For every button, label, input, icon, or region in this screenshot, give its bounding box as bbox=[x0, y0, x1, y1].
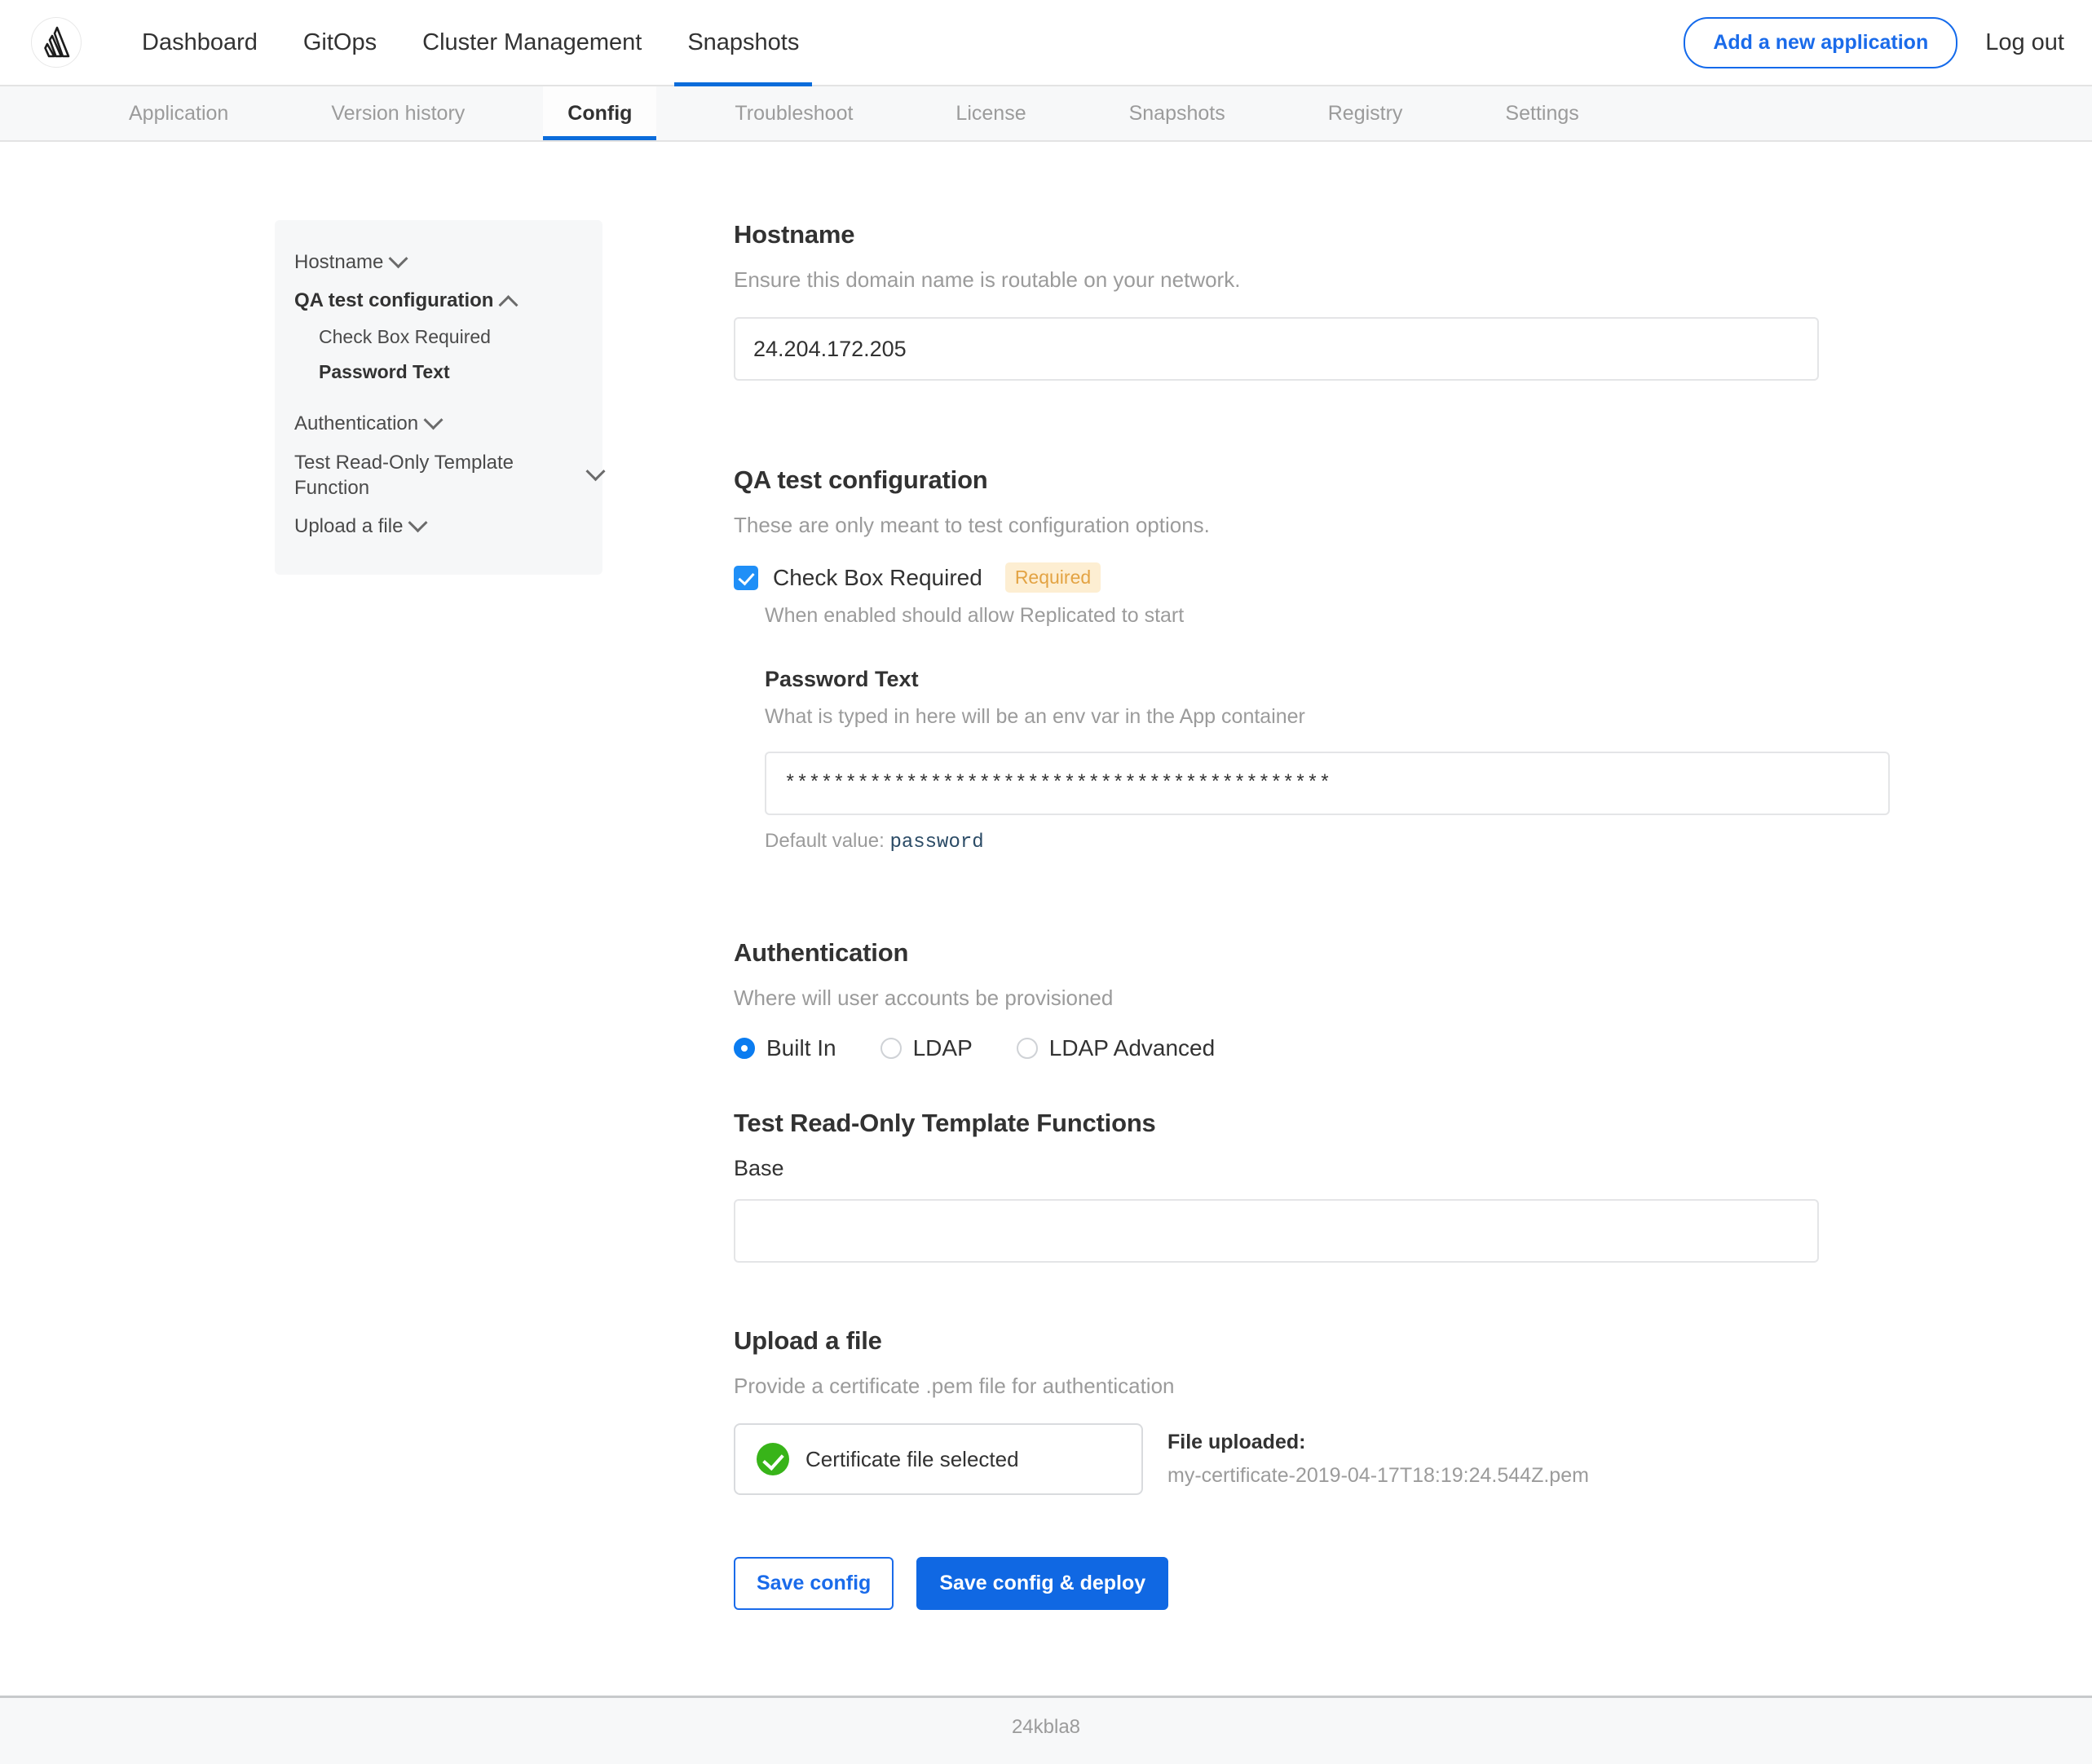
save-config-and-deploy-button[interactable]: Save config & deploy bbox=[916, 1557, 1169, 1610]
sidebar-item-label: Upload a file bbox=[294, 514, 404, 537]
check-circle-icon bbox=[757, 1443, 789, 1475]
form-actions: Save config Save config & deploy bbox=[734, 1557, 1819, 1610]
check-box-required-help: When enabled should allow Replicated to … bbox=[765, 604, 1185, 627]
tab-application[interactable]: Application bbox=[104, 86, 253, 140]
top-navigation-bar: Dashboard GitOps Cluster Management Snap… bbox=[0, 0, 2092, 86]
sidebar-item-label: Authentication bbox=[294, 412, 419, 435]
secondary-navigation-bar: Application Version history Config Troub… bbox=[0, 86, 2092, 142]
nav-item-snapshots[interactable]: Snapshots bbox=[664, 0, 822, 86]
radio-ldap-indicator[interactable] bbox=[880, 1038, 902, 1059]
footer-build-id: 24kbla8 bbox=[1011, 1716, 1081, 1738]
qa-description: These are only meant to test configurati… bbox=[734, 513, 1210, 537]
sidebar-item-test-read-only-template-function[interactable]: Test Read-Only Template Function bbox=[275, 443, 606, 507]
save-config-button[interactable]: Save config bbox=[734, 1557, 894, 1610]
section-upload-a-file: Upload a file Provide a certificate .pem… bbox=[734, 1326, 1819, 1495]
upload-title: Upload a file bbox=[734, 1326, 882, 1355]
radio-option-ldap[interactable]: LDAP bbox=[880, 1035, 973, 1061]
hostname-description: Ensure this domain name is routable on y… bbox=[734, 267, 1241, 292]
password-text-title: Password Text bbox=[765, 667, 919, 691]
nav-item-cluster-management[interactable]: Cluster Management bbox=[399, 0, 664, 85]
template-functions-base-input[interactable] bbox=[734, 1199, 1819, 1263]
nav-item-gitops[interactable]: GitOps bbox=[280, 0, 399, 85]
sidebar-item-check-box-required[interactable]: Check Box Required bbox=[275, 320, 602, 355]
sidebar-item-label: Test Read-Only Template Function bbox=[294, 451, 514, 499]
default-value-label: Default value: bbox=[765, 830, 885, 852]
hostname-title: Hostname bbox=[734, 220, 855, 249]
radio-ldap-advanced-label: LDAP Advanced bbox=[1048, 1035, 1216, 1061]
qa-title: QA test configuration bbox=[734, 465, 988, 494]
required-badge: Required bbox=[1004, 562, 1101, 593]
radio-built-in-label: Built In bbox=[766, 1035, 836, 1061]
sidebar-item-label: Hostname bbox=[294, 251, 384, 273]
radio-option-built-in[interactable]: Built In bbox=[734, 1035, 836, 1061]
authentication-title: Authentication bbox=[734, 938, 909, 967]
tab-version-history[interactable]: Version history bbox=[307, 86, 489, 140]
tab-snapshots[interactable]: Snapshots bbox=[1105, 86, 1250, 140]
config-page: Hostname QA test configuration Check Box… bbox=[0, 142, 2092, 1610]
logout-link[interactable]: Log out bbox=[1985, 29, 2064, 56]
chevron-down-icon[interactable] bbox=[423, 410, 444, 430]
template-functions-base-label: Base bbox=[734, 1156, 784, 1180]
page-footer: 24kbla8 bbox=[0, 1696, 2092, 1764]
upload-description: Provide a certificate .pem file for auth… bbox=[734, 1374, 1175, 1398]
sidebar-item-hostname[interactable]: Hostname bbox=[275, 243, 602, 281]
add-new-application-button[interactable]: Add a new application bbox=[1684, 16, 1958, 68]
sidebar-item-qa-test-configuration[interactable]: QA test configuration bbox=[275, 281, 602, 320]
radio-option-ldap-advanced[interactable]: LDAP Advanced bbox=[1016, 1035, 1216, 1061]
authentication-radio-group: Built In LDAP LDAP Advanced bbox=[734, 1035, 1819, 1061]
chevron-up-icon[interactable] bbox=[498, 295, 519, 315]
check-box-required-checkbox[interactable] bbox=[734, 565, 758, 590]
password-text-input[interactable] bbox=[765, 752, 1890, 815]
radio-ldap-advanced-indicator[interactable] bbox=[1016, 1038, 1038, 1059]
chevron-down-icon[interactable] bbox=[408, 513, 428, 533]
sidebar-item-password-text[interactable]: Password Text bbox=[275, 355, 602, 390]
section-hostname: Hostname Ensure this domain name is rout… bbox=[734, 220, 1819, 381]
config-section-nav: Hostname QA test configuration Check Box… bbox=[275, 220, 606, 576]
password-text-block: Password Text What is typed in here will… bbox=[765, 667, 1890, 853]
section-qa-test-configuration: QA test configuration These are only mea… bbox=[734, 465, 1890, 853]
check-box-required-label: Check Box Required bbox=[773, 564, 982, 590]
radio-built-in-indicator[interactable] bbox=[734, 1038, 755, 1059]
certificate-file-status-label: Certificate file selected bbox=[805, 1446, 1019, 1471]
section-authentication: Authentication Where will user accounts … bbox=[734, 938, 1819, 1061]
tab-settings[interactable]: Settings bbox=[1481, 86, 1603, 140]
sidebar-item-label: QA test configuration bbox=[294, 289, 494, 312]
password-text-description: What is typed in here will be an env var… bbox=[765, 705, 1305, 728]
section-template-functions: Test Read-Only Template Functions Base bbox=[734, 1109, 1819, 1263]
tab-license[interactable]: License bbox=[931, 86, 1050, 140]
certificate-file-selector[interactable]: Certificate file selected bbox=[734, 1423, 1143, 1495]
hostname-input[interactable] bbox=[734, 317, 1819, 381]
config-form: Hostname Ensure this domain name is rout… bbox=[602, 220, 1972, 1610]
default-value-code: password bbox=[889, 831, 984, 853]
sidebar-item-authentication[interactable]: Authentication bbox=[275, 404, 602, 443]
tab-troubleshoot[interactable]: Troubleshoot bbox=[710, 86, 877, 140]
replicated-logo-icon[interactable] bbox=[31, 17, 82, 68]
tab-config[interactable]: Config bbox=[543, 86, 657, 140]
sidebar-item-upload-a-file[interactable]: Upload a file bbox=[275, 507, 602, 545]
uploaded-file-info: File uploaded: my-certificate-2019-04-17… bbox=[1159, 1431, 1589, 1488]
nav-item-dashboard[interactable]: Dashboard bbox=[119, 0, 280, 85]
template-functions-title: Test Read-Only Template Functions bbox=[734, 1109, 1156, 1137]
radio-ldap-label: LDAP bbox=[912, 1035, 973, 1061]
replicated-logo-glyph bbox=[44, 26, 70, 58]
file-uploaded-label: File uploaded: bbox=[1167, 1431, 1306, 1453]
uploaded-file-name: my-certificate-2019-04-17T18:19:24.544Z.… bbox=[1167, 1464, 1589, 1487]
primary-nav-links: Dashboard GitOps Cluster Management Snap… bbox=[119, 0, 822, 86]
chevron-down-icon[interactable] bbox=[388, 249, 408, 269]
check-box-required-row[interactable]: Check Box Required Required bbox=[734, 562, 1819, 593]
upload-row: Certificate file selected File uploaded:… bbox=[734, 1423, 1819, 1495]
tab-registry[interactable]: Registry bbox=[1304, 86, 1428, 140]
top-nav-actions: Add a new application Log out bbox=[1684, 16, 2064, 68]
sidebar-divider-space bbox=[275, 390, 602, 404]
authentication-description: Where will user accounts be provisioned bbox=[734, 986, 1114, 1010]
password-default-value: Default value: password bbox=[765, 830, 1819, 853]
